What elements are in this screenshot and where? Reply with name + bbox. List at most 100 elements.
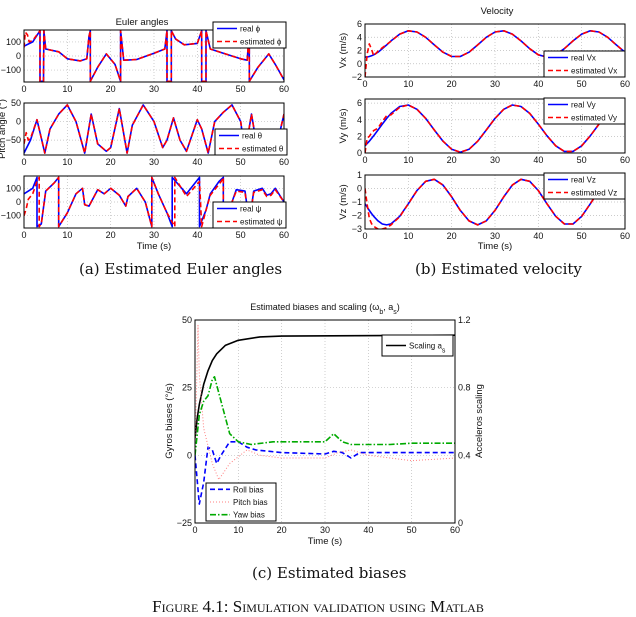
c-xtick-label: 30 bbox=[320, 525, 330, 535]
b3-legend-label: estimated Vz bbox=[571, 189, 617, 198]
caption-c: (c) Estimated biases bbox=[252, 564, 407, 582]
a2-ytick-label: 50 bbox=[11, 98, 21, 108]
b-xlabel: Time (s) bbox=[478, 241, 512, 252]
b3-xtick-label: 50 bbox=[577, 231, 587, 241]
b1-xtick-label: 0 bbox=[362, 79, 367, 89]
c-xlabel: Time (s) bbox=[308, 536, 342, 547]
a2-xtick-label: 60 bbox=[279, 157, 289, 167]
b2-ytick-label: 2 bbox=[357, 131, 362, 141]
a2-ytick-label: −50 bbox=[6, 135, 21, 145]
c-ylabel: Gyros biases (°/s) bbox=[164, 383, 175, 459]
b1-legend-label: estimated Vx bbox=[571, 67, 617, 76]
c-ytick-label: 50 bbox=[182, 315, 192, 325]
c-left-legend-label: Roll bias bbox=[233, 485, 264, 494]
c-ylabel-right: Acceleros scaling bbox=[474, 384, 485, 458]
a2-legend-label: estimated θ bbox=[242, 145, 284, 154]
b2-xtick-label: 60 bbox=[620, 155, 630, 165]
c-ytick-right-label: 1.2 bbox=[458, 315, 471, 325]
c-ytick-label: −25 bbox=[177, 518, 192, 528]
b3-xtick-label: 10 bbox=[403, 231, 413, 241]
b2-xtick-label: 50 bbox=[577, 155, 587, 165]
a1-legend-label: real ϕ bbox=[240, 25, 261, 34]
b3-xtick-label: 0 bbox=[362, 231, 367, 241]
b1-xtick-label: 40 bbox=[533, 79, 543, 89]
b1-xtick-label: 50 bbox=[577, 79, 587, 89]
a1-xtick-label: 0 bbox=[21, 84, 26, 94]
b1-ytick-label: 0 bbox=[357, 59, 362, 69]
a2-ylabel: Pitch angle (°) bbox=[0, 99, 8, 159]
b3-xtick-label: 20 bbox=[447, 231, 457, 241]
caption-b: (b) Estimated velocity bbox=[415, 260, 582, 278]
c-ytick-right-label: 0.4 bbox=[458, 450, 471, 460]
b1-xtick-label: 60 bbox=[620, 79, 630, 89]
a3-ytick-label: −100 bbox=[1, 211, 21, 221]
b1-ytick-label: 6 bbox=[357, 19, 362, 29]
c-title: Estimated biases and scaling (ωb, as) bbox=[250, 302, 400, 316]
b1-xtick-label: 10 bbox=[403, 79, 413, 89]
figure-caption: Figure 4.1: Simulation validation using … bbox=[152, 597, 484, 616]
c-left-legend-label: Yaw bias bbox=[233, 511, 265, 520]
b3-xtick-label: 60 bbox=[620, 231, 630, 241]
b1-xtick-label: 20 bbox=[447, 79, 457, 89]
a1-ytick-label: −100 bbox=[1, 65, 21, 75]
a-title: Euler angles bbox=[116, 17, 169, 28]
a2-xtick-label: 20 bbox=[106, 157, 116, 167]
b2-xtick-label: 30 bbox=[490, 155, 500, 165]
a2-xtick-label: 30 bbox=[149, 157, 159, 167]
c-ytick-right-label: 0 bbox=[458, 518, 463, 528]
b3-legend-label: real Vz bbox=[571, 176, 596, 185]
c-xtick-label: 10 bbox=[233, 525, 243, 535]
c-xtick-label: 0 bbox=[192, 525, 197, 535]
a3-ytick-label: 100 bbox=[6, 183, 21, 193]
caption-a: (a) Estimated Euler angles bbox=[79, 260, 283, 278]
b1-ytick-label: 2 bbox=[357, 46, 362, 56]
b3-ytick-label: 1 bbox=[357, 170, 362, 180]
b2-ytick-label: 4 bbox=[357, 115, 362, 125]
a1-xtick-label: 50 bbox=[236, 84, 246, 94]
a2-ytick-label: 0 bbox=[16, 117, 21, 127]
b1-legend-label: real Vx bbox=[571, 54, 596, 63]
c-xtick-label: 50 bbox=[407, 525, 417, 535]
a3-xtick-label: 0 bbox=[21, 230, 26, 240]
a3-xtick-label: 10 bbox=[62, 230, 72, 240]
a3-xtick-label: 20 bbox=[106, 230, 116, 240]
c-ytick-right-label: 0.8 bbox=[458, 383, 471, 393]
b2-xtick-label: 40 bbox=[533, 155, 543, 165]
b2-ylabel: Vy (m/s) bbox=[338, 108, 349, 143]
a1-legend-label: estimated ϕ bbox=[240, 38, 282, 47]
a1-ytick-label: 0 bbox=[16, 51, 21, 61]
a3-xtick-label: 40 bbox=[192, 230, 202, 240]
b3-xtick-label: 40 bbox=[533, 231, 543, 241]
b2-ytick-label: 0 bbox=[357, 148, 362, 158]
a2-legend-label: real θ bbox=[242, 132, 263, 141]
a3-xtick-label: 60 bbox=[279, 230, 289, 240]
c-left-legend-label: Pitch bias bbox=[233, 498, 268, 507]
b2-xtick-label: 20 bbox=[447, 155, 457, 165]
b3-ytick-label: 0 bbox=[357, 184, 362, 194]
b2-xtick-label: 0 bbox=[362, 155, 367, 165]
figure-canvas: Euler angles0 10 20 30 40 50 60−1000100real ϕe… bbox=[0, 6, 630, 547]
b1-xtick-label: 30 bbox=[490, 79, 500, 89]
c-ytick-label: 25 bbox=[182, 383, 192, 393]
b3-xtick-label: 30 bbox=[490, 231, 500, 241]
b2-legend-label: real Vy bbox=[571, 101, 596, 110]
c-xtick-label: 20 bbox=[277, 525, 287, 535]
a3-legend-label: estimated ψ bbox=[240, 218, 283, 227]
a1-xtick-label: 10 bbox=[62, 84, 72, 94]
a1-xtick-label: 30 bbox=[149, 84, 159, 94]
a-xlabel: Time (s) bbox=[137, 241, 171, 252]
b2-ytick-label: 6 bbox=[357, 98, 362, 108]
a3-legend-label: real ψ bbox=[240, 205, 262, 214]
b3-ytick-label: −2 bbox=[352, 211, 362, 221]
b1-ylabel: Vx (m/s) bbox=[338, 33, 349, 68]
a3-xtick-label: 50 bbox=[236, 230, 246, 240]
a1-xtick-label: 60 bbox=[279, 84, 289, 94]
a3-xtick-label: 30 bbox=[149, 230, 159, 240]
a1-xtick-label: 20 bbox=[106, 84, 116, 94]
a2-xtick-label: 0 bbox=[21, 157, 26, 167]
b1-ytick-label: 4 bbox=[357, 32, 362, 42]
a2-xtick-label: 40 bbox=[192, 157, 202, 167]
a2-xtick-label: 50 bbox=[236, 157, 246, 167]
b1-ytick-label: −2 bbox=[352, 72, 362, 82]
b2-legend-label: estimated Vy bbox=[571, 114, 617, 123]
